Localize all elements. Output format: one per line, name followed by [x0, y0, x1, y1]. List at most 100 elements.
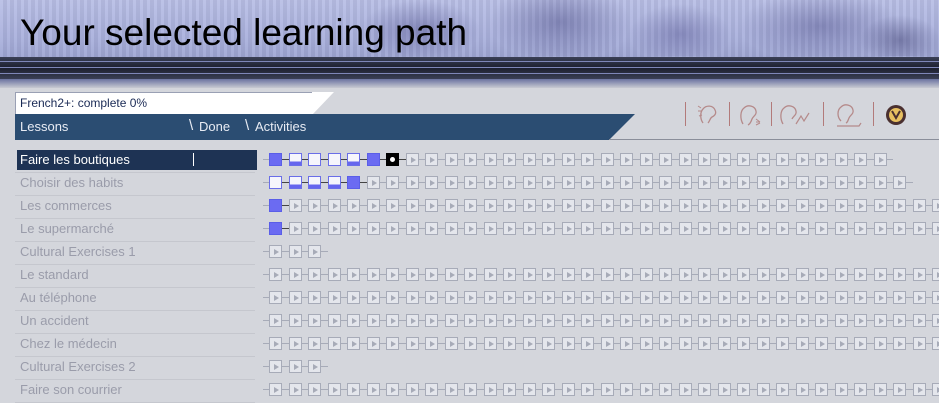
activity-play-button[interactable] — [756, 199, 770, 212]
activity-play-button[interactable] — [873, 314, 887, 327]
activity-play-button[interactable] — [698, 222, 711, 235]
activity-play-button[interactable] — [503, 176, 516, 189]
activity-play-button[interactable] — [600, 268, 614, 281]
activity-progress-box[interactable] — [308, 176, 321, 189]
activity-play-button[interactable] — [269, 383, 282, 396]
activity-play-button[interactable] — [776, 337, 789, 350]
activity-play-button[interactable] — [581, 291, 594, 304]
activity-play-button[interactable] — [308, 383, 321, 396]
activity-play-button[interactable] — [620, 222, 633, 235]
activity-play-button[interactable] — [795, 268, 809, 281]
activity-play-button[interactable] — [327, 337, 341, 350]
activity-play-button[interactable] — [659, 153, 672, 166]
activity-play-button[interactable] — [698, 291, 711, 304]
activity-play-button[interactable] — [815, 314, 828, 327]
activity-play-button[interactable] — [542, 199, 555, 212]
activity-play-button[interactable] — [425, 337, 438, 350]
activity-play-button[interactable] — [834, 268, 848, 281]
activity-play-button[interactable] — [659, 314, 672, 327]
activity-play-button[interactable] — [795, 199, 809, 212]
activity-play-button[interactable] — [639, 222, 653, 235]
activity-play-button[interactable] — [522, 199, 536, 212]
activity-play-button[interactable] — [464, 337, 477, 350]
activity-play-button[interactable] — [912, 383, 926, 396]
activity-play-button[interactable] — [405, 383, 419, 396]
activity-play-button[interactable] — [678, 268, 692, 281]
activity-play-button[interactable] — [600, 222, 614, 235]
activity-play-button[interactable] — [483, 383, 497, 396]
activity-play-button[interactable] — [522, 291, 536, 304]
activity-play-button[interactable] — [347, 291, 360, 304]
activity-play-button[interactable] — [639, 383, 653, 396]
activity-play-button[interactable] — [834, 314, 848, 327]
activity-play-button[interactable] — [717, 176, 731, 189]
activity-play-button[interactable] — [873, 268, 887, 281]
activity-play-button[interactable] — [405, 222, 419, 235]
activity-play-button[interactable] — [308, 268, 321, 281]
activity-play-button[interactable] — [717, 268, 731, 281]
activity-play-button[interactable] — [717, 291, 731, 304]
activity-play-button[interactable] — [483, 153, 497, 166]
activity-play-button[interactable] — [678, 222, 692, 235]
activity-play-button[interactable] — [795, 314, 809, 327]
activity-play-button[interactable] — [776, 222, 789, 235]
activity-play-button[interactable] — [698, 314, 711, 327]
activity-play-button[interactable] — [854, 199, 867, 212]
activity-play-button[interactable] — [581, 337, 594, 350]
activity-play-button[interactable] — [503, 153, 516, 166]
activity-play-button[interactable] — [854, 222, 867, 235]
activity-play-button[interactable] — [776, 199, 789, 212]
activity-play-button[interactable] — [366, 199, 380, 212]
activity-play-button[interactable] — [659, 199, 672, 212]
activity-play-button[interactable] — [425, 153, 438, 166]
done-column-header[interactable]: Done — [199, 119, 230, 134]
activity-play-button[interactable] — [893, 222, 906, 235]
activity-play-button[interactable] — [464, 176, 477, 189]
activity-play-button[interactable] — [308, 245, 321, 258]
activity-play-button[interactable] — [873, 337, 887, 350]
activity-play-button[interactable] — [600, 314, 614, 327]
activity-play-button[interactable] — [815, 337, 828, 350]
activity-play-button[interactable] — [815, 153, 828, 166]
activity-play-button[interactable] — [659, 268, 672, 281]
activity-play-button[interactable] — [288, 360, 302, 373]
activity-play-button[interactable] — [893, 291, 906, 304]
activity-play-button[interactable] — [795, 383, 809, 396]
activity-play-button[interactable] — [737, 222, 750, 235]
activity-play-button[interactable] — [678, 153, 692, 166]
activity-progress-box[interactable] — [269, 222, 282, 235]
activity-play-button[interactable] — [639, 199, 653, 212]
activity-play-button[interactable] — [425, 383, 438, 396]
activity-play-button[interactable] — [932, 314, 939, 327]
activity-play-button[interactable] — [912, 337, 926, 350]
activity-play-button[interactable] — [425, 268, 438, 281]
lesson-name[interactable]: Cultural Exercises 1 — [17, 242, 257, 262]
activity-play-button[interactable] — [834, 199, 848, 212]
activity-play-button[interactable] — [737, 383, 750, 396]
activity-play-button[interactable] — [717, 222, 731, 235]
activity-play-button[interactable] — [503, 199, 516, 212]
activity-play-button[interactable] — [366, 291, 380, 304]
activity-play-button[interactable] — [893, 314, 906, 327]
activity-play-button[interactable] — [756, 291, 770, 304]
activity-play-button[interactable] — [698, 337, 711, 350]
activity-play-button[interactable] — [503, 268, 516, 281]
activity-progress-box[interactable] — [347, 176, 360, 189]
speech-compare-icon[interactable] — [778, 100, 812, 130]
activity-play-button[interactable] — [425, 314, 438, 327]
activity-progress-box[interactable] — [366, 153, 380, 166]
activity-play-button[interactable] — [327, 291, 341, 304]
activity-play-button[interactable] — [542, 337, 555, 350]
listen-icon[interactable] — [695, 100, 721, 130]
activity-play-button[interactable] — [386, 383, 399, 396]
activity-play-button[interactable] — [405, 199, 419, 212]
lesson-row[interactable]: Cultural Exercises 2 — [15, 357, 939, 380]
activity-play-button[interactable] — [386, 291, 399, 304]
activity-play-button[interactable] — [912, 314, 926, 327]
activity-play-button[interactable] — [698, 199, 711, 212]
activity-play-button[interactable] — [542, 314, 555, 327]
activity-play-button[interactable] — [873, 199, 887, 212]
activity-play-button[interactable] — [405, 314, 419, 327]
activity-play-button[interactable] — [620, 337, 633, 350]
activity-play-button[interactable] — [503, 383, 516, 396]
